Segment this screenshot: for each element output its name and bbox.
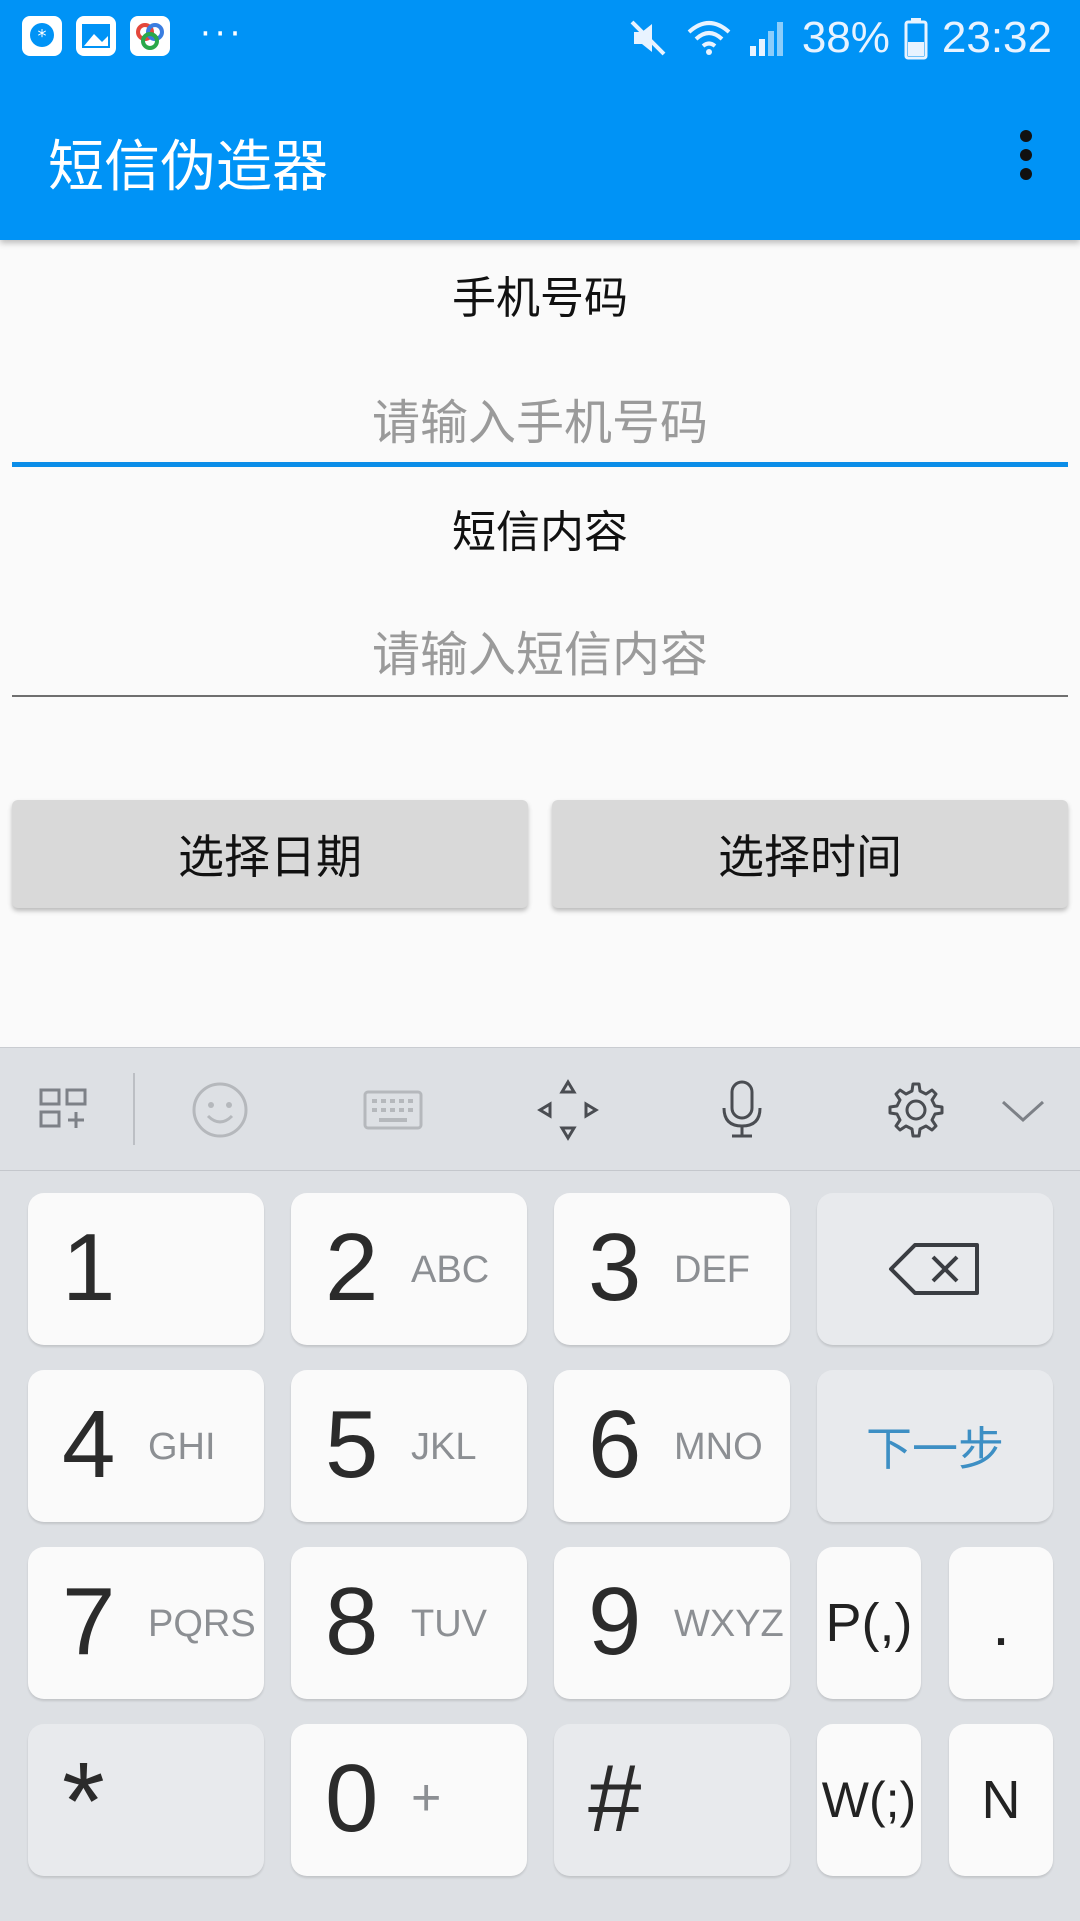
star-label: * bbox=[62, 1740, 105, 1863]
key-4[interactable]: 4 GHI bbox=[28, 1370, 264, 1522]
battery-percentage: 38% bbox=[801, 13, 890, 62]
phone-input[interactable] bbox=[12, 388, 1068, 458]
key-letters: MNO bbox=[674, 1426, 763, 1468]
key-6[interactable]: 6 MNO bbox=[554, 1370, 790, 1522]
status-right: 38% 23:32 bbox=[626, 8, 1052, 68]
toolbar-divider bbox=[133, 1073, 135, 1145]
pause-key[interactable]: P(,) bbox=[817, 1547, 921, 1699]
status-bar: * ··· 38% 23:32 bbox=[0, 0, 1080, 75]
key-digit: 6 bbox=[588, 1391, 642, 1498]
key-digit: 0 bbox=[325, 1745, 379, 1852]
sms-input-underline bbox=[12, 695, 1068, 697]
keyboard-icon[interactable] bbox=[358, 1075, 428, 1145]
key-9[interactable]: 9 WXYZ bbox=[554, 1547, 790, 1699]
collapse-chevron-icon[interactable] bbox=[988, 1075, 1058, 1145]
more-notifications-indicator: ··· bbox=[200, 14, 245, 54]
cloud-app-notification-icon bbox=[130, 16, 170, 56]
sms-input[interactable] bbox=[12, 620, 1068, 690]
microphone-icon[interactable] bbox=[707, 1075, 777, 1145]
key-plus: + bbox=[411, 1769, 442, 1827]
wifi-icon bbox=[687, 21, 731, 55]
key-digit: 2 bbox=[325, 1214, 379, 1321]
chat-app-notification-icon: * bbox=[22, 16, 62, 56]
key-digit: 1 bbox=[62, 1214, 116, 1321]
next-key[interactable]: 下一步 bbox=[817, 1370, 1053, 1522]
settings-icon[interactable] bbox=[881, 1075, 951, 1145]
app-title: 短信伪造器 bbox=[48, 135, 328, 200]
numeric-keyboard: 1 2 ABC 3 DEF 4 GHI 5 JKL 6 MNO 下一步 7 PQ… bbox=[0, 1047, 1080, 1921]
star-key[interactable]: * bbox=[28, 1724, 264, 1876]
phone-label: 手机号码 bbox=[452, 273, 628, 324]
emoji-icon[interactable] bbox=[185, 1075, 255, 1145]
backspace-icon bbox=[817, 1193, 1053, 1345]
n-label: N bbox=[981, 1770, 1021, 1830]
hash-key[interactable]: # bbox=[554, 1724, 790, 1876]
key-letters: WXYZ bbox=[674, 1603, 784, 1645]
n-key[interactable]: N bbox=[949, 1724, 1053, 1876]
phone-input-underline bbox=[12, 462, 1068, 467]
key-letters: DEF bbox=[674, 1249, 750, 1291]
gallery-notification-icon bbox=[76, 16, 116, 56]
next-label: 下一步 bbox=[866, 1422, 1004, 1476]
wait-label: W(;) bbox=[821, 1772, 917, 1828]
wait-key[interactable]: W(;) bbox=[817, 1724, 921, 1876]
key-1[interactable]: 1 bbox=[28, 1193, 264, 1345]
grid-plus-icon[interactable] bbox=[30, 1075, 100, 1145]
signal-icon bbox=[749, 22, 783, 56]
key-digit: 3 bbox=[588, 1214, 642, 1321]
key-digit: 9 bbox=[588, 1568, 642, 1675]
sms-label: 短信内容 bbox=[452, 507, 628, 558]
key-8[interactable]: 8 TUV bbox=[291, 1547, 527, 1699]
battery-icon bbox=[904, 18, 928, 60]
key-5[interactable]: 5 JKL bbox=[291, 1370, 527, 1522]
key-2[interactable]: 2 ABC bbox=[291, 1193, 527, 1345]
backspace-key[interactable] bbox=[817, 1193, 1053, 1345]
key-letters: GHI bbox=[148, 1426, 216, 1468]
key-letters: TUV bbox=[411, 1603, 487, 1645]
app-bar: * ··· 38% 23:32 短信伪造器 bbox=[0, 0, 1080, 240]
pick-date-button[interactable]: 选择日期 bbox=[12, 800, 528, 908]
dot-label: . bbox=[992, 1587, 1010, 1659]
key-letters: ABC bbox=[411, 1249, 490, 1291]
key-digit: 5 bbox=[325, 1391, 379, 1498]
pause-label: P(,) bbox=[825, 1593, 913, 1653]
clock: 23:32 bbox=[941, 13, 1052, 62]
key-0[interactable]: 0 + bbox=[291, 1724, 527, 1876]
move-arrows-icon[interactable] bbox=[533, 1075, 603, 1145]
mute-icon bbox=[630, 20, 666, 56]
overflow-menu-icon[interactable] bbox=[1016, 130, 1036, 180]
keyboard-toolbar bbox=[0, 1048, 1080, 1171]
hash-label: # bbox=[588, 1745, 642, 1852]
key-7[interactable]: 7 PQRS bbox=[28, 1547, 264, 1699]
dot-key[interactable]: . bbox=[949, 1547, 1053, 1699]
key-digit: 4 bbox=[62, 1391, 116, 1498]
key-3[interactable]: 3 DEF bbox=[554, 1193, 790, 1345]
pick-time-button[interactable]: 选择时间 bbox=[552, 800, 1068, 908]
key-digit: 8 bbox=[325, 1568, 379, 1675]
key-digit: 7 bbox=[62, 1568, 116, 1675]
svg-text:*: * bbox=[38, 26, 47, 47]
key-letters: JKL bbox=[411, 1426, 477, 1468]
key-letters: PQRS bbox=[148, 1603, 256, 1645]
